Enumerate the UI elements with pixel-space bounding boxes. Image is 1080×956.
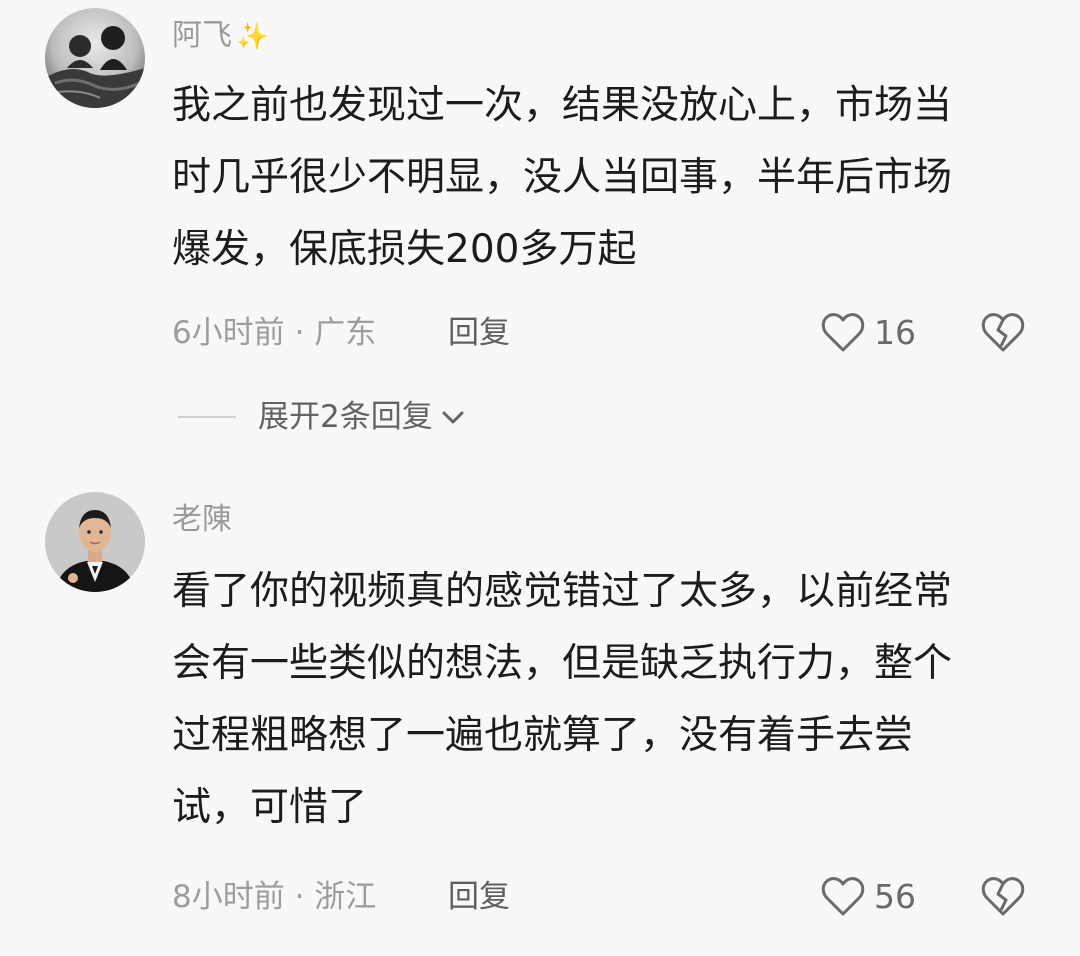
username[interactable]: 老陳	[172, 500, 232, 540]
comment-line: 试，可惜了	[172, 785, 368, 830]
reply-button[interactable]: 回复	[448, 313, 510, 353]
dislike-button[interactable]	[980, 876, 1026, 918]
comment-list: 阿飞 ✨ 我之前也发现过一次，结果没放心上，市场当 时几乎很少不明显，没人当回事，…	[0, 0, 1080, 956]
username-text: 老陳	[172, 502, 232, 537]
username[interactable]: 阿飞 ✨	[172, 16, 268, 57]
expand-replies-button[interactable]: 展开2条回复	[178, 395, 467, 439]
username-text: 阿飞	[172, 18, 232, 53]
avatar[interactable]	[45, 492, 145, 592]
sparkle-emoji: ✨	[236, 22, 269, 52]
avatar[interactable]	[45, 8, 145, 108]
comment-meta: 6小时前 · 广东	[172, 315, 377, 351]
comment-meta: 8小时前 · 浙江	[172, 879, 377, 915]
broken-heart-icon	[981, 313, 1025, 352]
comment-line: 我之前也发现过一次，结果没放心上，市场当	[172, 83, 953, 128]
broken-heart-icon	[981, 877, 1025, 916]
comment-line: 爆发，保底损失200多万起	[172, 227, 637, 272]
like-button[interactable]: 56	[820, 874, 916, 920]
divider-line	[178, 416, 236, 418]
comment-line: 看了你的视频真的感觉错过了太多，以前经常	[172, 569, 953, 614]
comment-text: 我之前也发现过一次，结果没放心上，市场当 时几乎很少不明显，没人当回事，半年后市…	[172, 70, 1032, 286]
avatar-image	[45, 492, 145, 592]
like-button[interactable]: 16	[820, 310, 916, 356]
like-count: 56	[874, 877, 916, 916]
comment-line: 会有一些类似的想法，但是缺乏执行力，整个	[172, 641, 953, 686]
like-count: 16	[874, 313, 916, 352]
comment-line: 过程粗略想了一遍也就算了，没有着手去尝	[172, 713, 914, 758]
avatar-image	[45, 8, 145, 108]
heart-outline-icon	[821, 313, 865, 352]
chevron-down-icon	[442, 411, 464, 424]
dislike-button[interactable]	[980, 312, 1026, 354]
comment-text: 看了你的视频真的感觉错过了太多，以前经常 会有一些类似的想法，但是缺乏执行力，整…	[172, 556, 1032, 844]
expand-replies-label: 展开2条回复	[258, 399, 433, 435]
reply-button[interactable]: 回复	[448, 877, 510, 917]
comment-line: 时几乎很少不明显，没人当回事，半年后市场	[172, 155, 953, 200]
heart-outline-icon	[821, 877, 865, 916]
